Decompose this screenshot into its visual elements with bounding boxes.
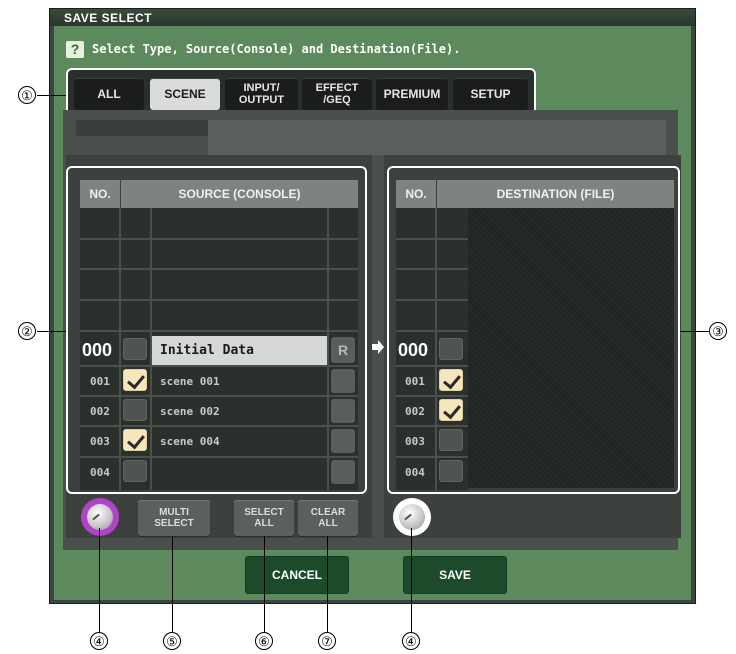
help-icon[interactable]: ? [66,41,84,58]
arrow-right-icon [372,340,384,354]
callout-3: ③ [709,322,727,340]
tab-all[interactable]: ALL [74,78,144,110]
callout-1: ① [18,86,36,104]
panel-header-strip-2 [208,120,666,155]
cancel-button[interactable]: CANCEL [245,556,349,594]
tab-premium[interactable]: PREMIUM [376,78,448,110]
knob-cap [87,504,113,530]
callout-leader [264,536,265,632]
callout-leader [411,528,412,632]
destination-scroll-knob[interactable] [393,498,431,536]
tab-scene[interactable]: SCENE [150,78,220,110]
tab-input-output-label: INPUT/ OUTPUT [238,82,285,106]
callout-leader [37,95,66,96]
panel-header-strip [76,120,208,136]
help-text: Select Type, Source(Console) and Destina… [92,42,461,56]
tab-setup[interactable]: SETUP [453,78,528,110]
callout-leader [327,536,328,632]
source-scroll-knob[interactable] [81,498,119,536]
tab-effect-geq-label: EFFECT /GEQ [315,82,359,106]
callout-4-right: ④ [402,632,420,650]
knob-cap [399,504,425,530]
window-title: SAVE SELECT [50,9,695,26]
callout-4: ④ [90,632,108,650]
callout-leader [99,528,100,632]
tab-input-output[interactable]: INPUT/ OUTPUT [225,78,298,110]
callout-5: ⑤ [163,632,181,650]
callout-leader [680,331,709,332]
select-all-button[interactable]: SELECT ALL [234,500,294,536]
callout-leader [37,331,66,332]
destination-section-highlight [387,166,680,494]
callout-6: ⑥ [255,632,273,650]
clear-all-button[interactable]: CLEAR ALL [298,500,358,536]
tab-effect-geq[interactable]: EFFECT /GEQ [302,78,372,110]
callout-2: ② [18,322,36,340]
callout-7: ⑦ [318,632,336,650]
multi-select-button[interactable]: MULTI SELECT [138,500,210,536]
source-section-highlight [66,166,367,494]
save-button[interactable]: SAVE [403,556,507,594]
callout-leader [172,536,173,632]
